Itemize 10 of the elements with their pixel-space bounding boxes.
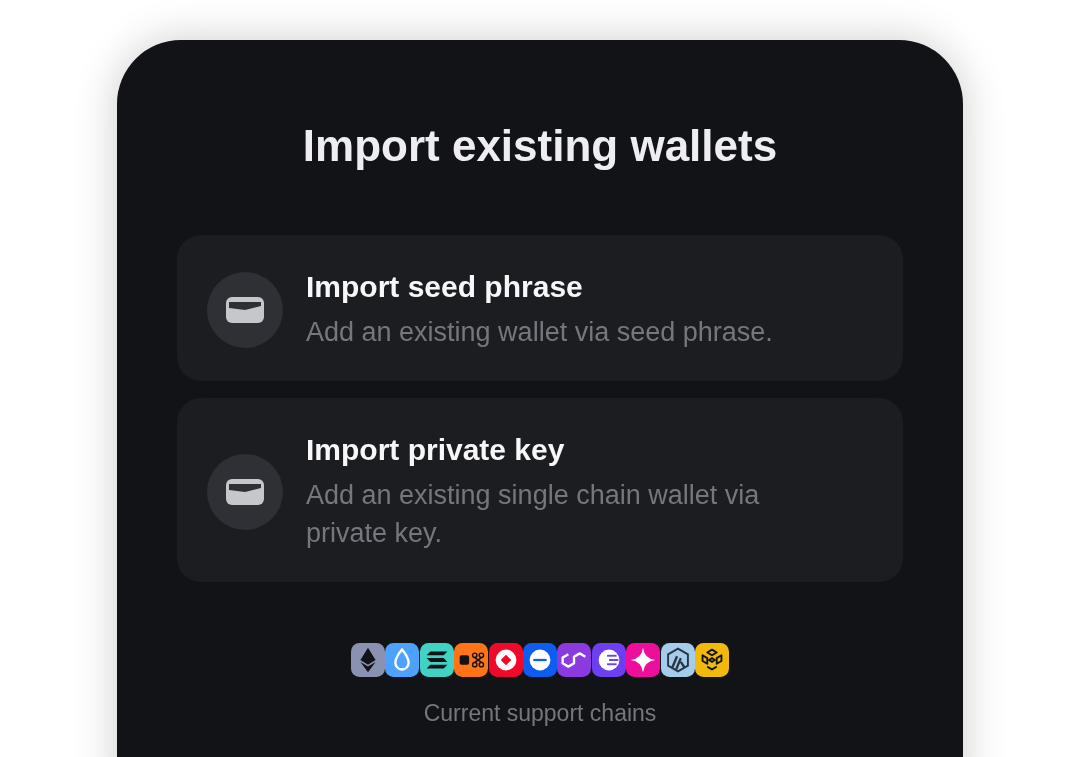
option-description: Add an existing single chain wallet via private key. (306, 479, 761, 550)
wallet-icon (207, 454, 283, 530)
import-option-card[interactable]: Import seed phrase Add an existing wallet via seed phrase. (177, 235, 903, 381)
chains-caption: Current support chains (423, 699, 657, 727)
option-title: Import private key (306, 432, 566, 468)
wallet-icon (207, 272, 283, 348)
import-option-card[interactable]: Import private key Add an existing single chain wallet via private key. (177, 398, 903, 582)
option-description: Add an existing wallet via seed phrase. (306, 316, 774, 349)
option-title: Import seed phrase (306, 269, 584, 305)
page-title: Import existing wallets (302, 120, 778, 172)
